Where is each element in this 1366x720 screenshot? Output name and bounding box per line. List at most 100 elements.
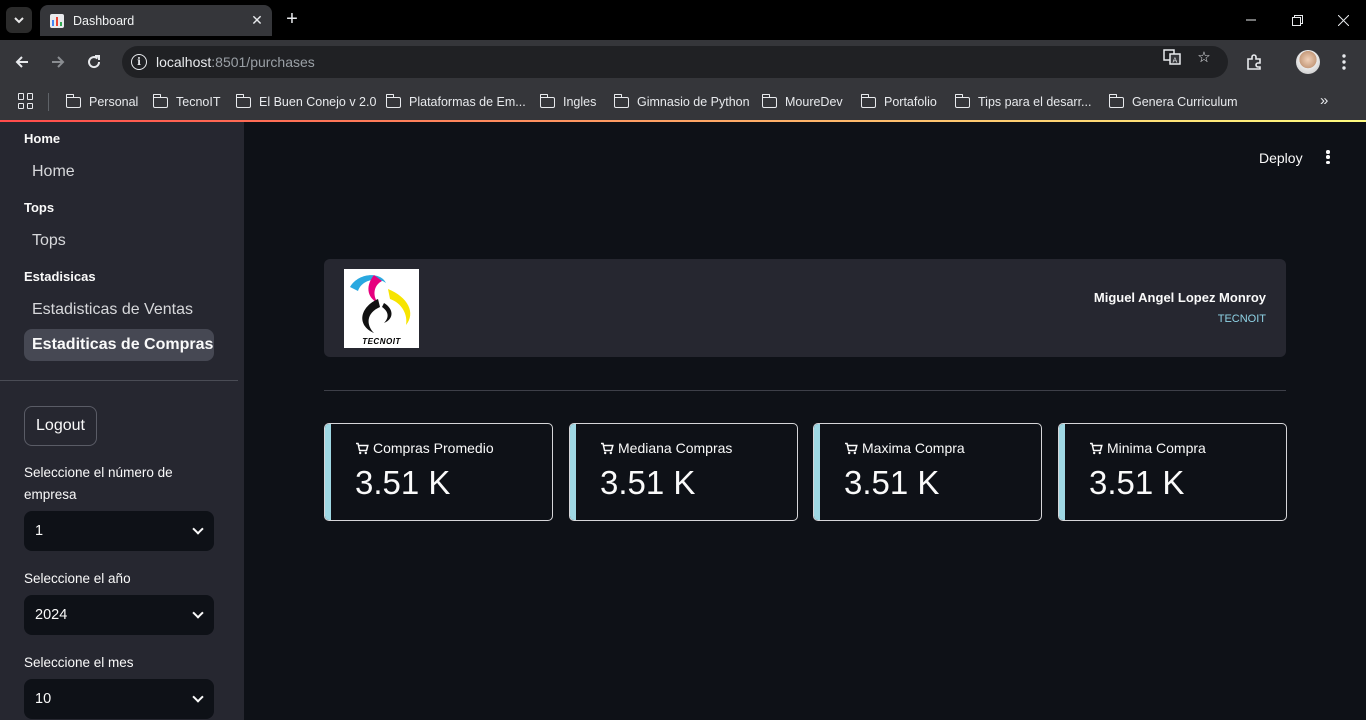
bookmark-item[interactable]: Plataformas de Em... [385,92,526,112]
metric-accent-bar [1059,424,1065,520]
tab-title: Dashboard [73,13,135,28]
back-button[interactable] [8,48,36,76]
reload-icon [88,55,101,69]
metric-value: 3.51 K [1089,464,1185,501]
more-bookmarks-icon[interactable]: » [1320,92,1328,109]
nav-section-tops: Tops [24,200,55,215]
nav-link-home[interactable]: Home [24,156,214,188]
new-tab-button[interactable]: + [281,8,303,30]
folder-icon [860,93,876,108]
bookmark-label: Portafolio [884,95,937,109]
folder-icon [761,93,777,108]
extensions-icon[interactable] [1240,48,1268,76]
bookmarks-separator [48,93,49,111]
metric-card-promedio: Compras Promedio 3.51 K [324,423,553,521]
folder-icon [235,93,251,108]
close-window-button[interactable] [1320,0,1366,40]
cart-icon [601,442,614,454]
metric-card-minima: Minima Compra 3.51 K [1058,423,1287,521]
month-select-value: 10 [35,691,52,707]
bookmark-label: Tips para el desarr... [978,95,1092,109]
address-bar[interactable]: i localhost:8501/purchases [122,46,1228,78]
chevron-down-icon [192,691,204,703]
site-info-icon[interactable]: i [131,54,147,70]
bookmark-label: MoureDev [785,95,843,109]
url-text: localhost:8501/purchases [156,54,315,70]
bookmarks-bar: Personal TecnoIT El Buen Conejo v 2.0 Pl… [0,84,1366,120]
metric-value: 3.51 K [355,464,451,501]
empresa-select[interactable]: 1 [24,511,214,551]
metric-accent-bar [814,424,820,520]
folder-icon [613,93,629,108]
bookmark-label: Gimnasio de Python [637,95,750,109]
metric-label: Minima Compra [1089,440,1206,456]
nav-section-estadisticas: Estadisicas [24,269,96,284]
metric-label: Maxima Compra [844,440,965,456]
year-select-value: 2024 [35,607,68,623]
close-icon [1337,14,1349,26]
folder-icon [539,93,555,108]
metric-label-text: Minima Compra [1107,440,1206,456]
tab-close-icon[interactable]: ✕ [247,11,267,31]
main-divider [324,390,1286,391]
month-label: Seleccione el mes [24,655,134,670]
bookmark-item[interactable]: El Buen Conejo v 2.0 [235,92,376,112]
header-card: TECNOIT Miguel Angel Lopez Monroy TECNOI… [324,259,1286,357]
bookmark-item[interactable]: Personal [65,92,139,112]
browser-menu-icon[interactable] [1330,48,1358,76]
bookmark-item[interactable]: Genera Curriculum [1108,92,1238,112]
metric-accent-bar [570,424,576,520]
bookmark-item[interactable]: Tips para el desarr... [954,92,1092,112]
bookmark-label: Genera Curriculum [1132,95,1238,109]
bookmark-item[interactable]: TecnoIT [152,92,220,112]
metric-card-mediana: Mediana Compras 3.51 K [569,423,798,521]
bookmark-item[interactable]: Gimnasio de Python [613,92,750,112]
month-select[interactable]: 10 [24,679,214,719]
metric-card-maxima: Maxima Compra 3.51 K [813,423,1042,521]
bookmark-star-icon[interactable]: ☆ [1195,48,1213,66]
bookmark-item[interactable]: MoureDev [761,92,843,112]
translate-icon[interactable]: A [1163,48,1181,66]
metric-label: Mediana Compras [600,440,732,456]
bookmark-label: Plataformas de Em... [409,95,526,109]
bookmark-item[interactable]: Ingles [539,92,596,112]
logo-text: TECNOIT [362,337,401,346]
nav-link-tops[interactable]: Tops [24,225,214,257]
tab-search-button[interactable] [6,7,32,33]
minimize-button[interactable] [1228,0,1274,40]
svg-text:A: A [1173,57,1178,65]
forward-button[interactable] [44,48,72,76]
restore-icon [1291,14,1303,26]
bookmark-item[interactable]: Portafolio [860,92,937,112]
nav-link-estadisticas-ventas[interactable]: Estadisticas de Ventas [24,294,214,326]
deploy-button[interactable]: Deploy [1259,150,1303,166]
arrow-right-icon [52,56,65,68]
year-select[interactable]: 2024 [24,595,214,635]
folder-icon [65,93,81,108]
apps-grid-icon[interactable] [18,93,34,109]
chevron-down-icon [14,17,24,24]
empresa-select-value: 1 [35,523,44,539]
url-path: :8501/purchases [211,54,315,70]
metric-value: 3.51 K [600,464,696,501]
arrow-left-icon [15,56,28,68]
minimize-icon [1246,19,1256,21]
sidebar: Home Home Tops Tops Estadisicas Estadist… [0,122,244,720]
metric-label-text: Maxima Compra [862,440,965,456]
metric-label-text: Mediana Compras [618,440,733,456]
folder-icon [152,93,168,108]
app-menu-icon[interactable] [1320,148,1336,166]
user-name: Miguel Angel Lopez Monroy [1093,290,1266,305]
company-name: TECNOIT [1217,313,1266,325]
browser-tab[interactable]: Dashboard ✕ [40,5,272,36]
reload-button[interactable] [80,48,108,76]
nav-link-estadisticas-compras[interactable]: Estaditicas de Compras [24,329,214,361]
metric-label-text: Compras Promedio [373,440,494,456]
metric-label: Compras Promedio [355,440,494,456]
bookmark-label: Personal [89,95,139,109]
metric-accent-bar [325,424,331,520]
logout-button[interactable]: Logout [24,406,97,446]
restore-button[interactable] [1274,0,1320,40]
profile-avatar[interactable] [1296,50,1320,74]
sidebar-divider [0,380,238,381]
